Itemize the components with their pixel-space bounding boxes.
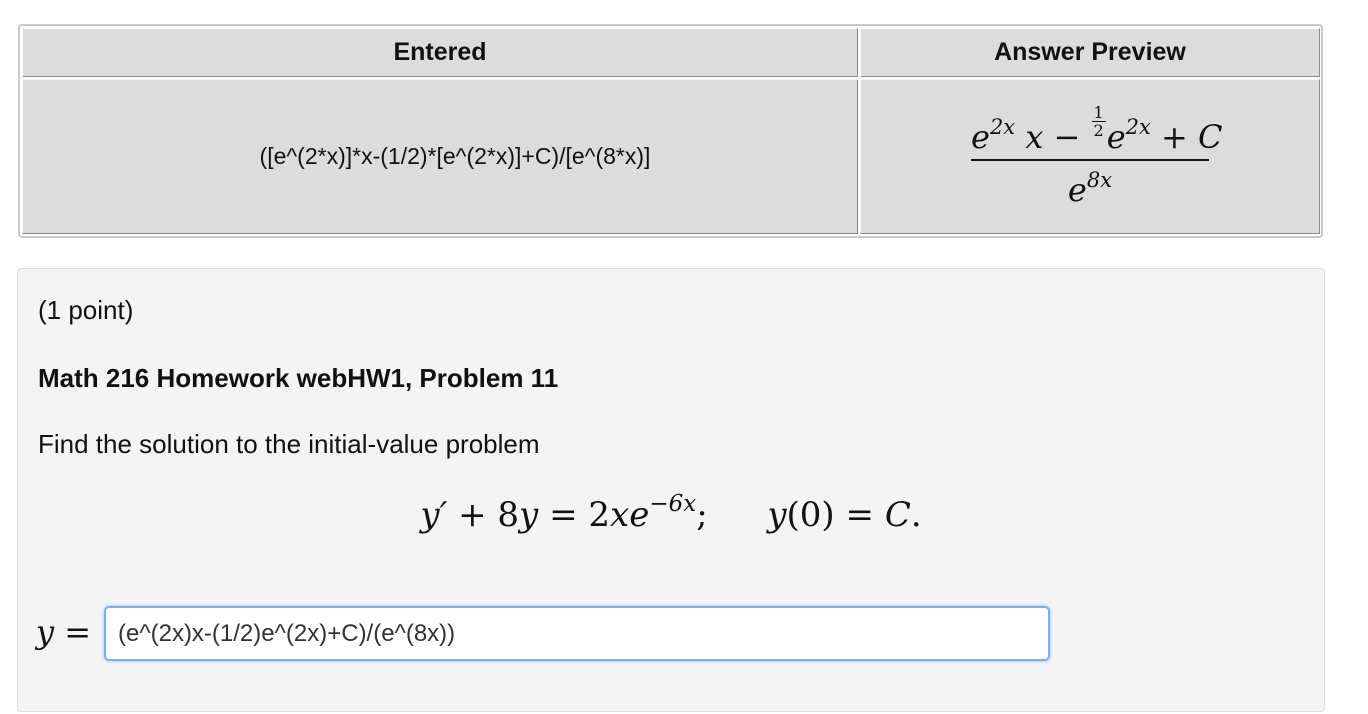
- answer-preview-header-cell: Answer Preview: [860, 28, 1320, 77]
- preview-half-num: 1: [1091, 102, 1106, 122]
- eq-exponent: −6x: [649, 491, 697, 517]
- preview-numerator: e2x x − 1 2 e2x + C: [971, 102, 1223, 156]
- preview-num-e: e: [971, 117, 990, 156]
- eq-y: y: [519, 495, 539, 535]
- eq-c: C: [884, 495, 911, 535]
- preview-half-fraction: 12: [1091, 102, 1106, 140]
- answer-label: y =: [36, 613, 91, 651]
- problem-title: Math 216 Homework webHW1, Problem 11: [38, 363, 559, 393]
- answer-label-y: y: [36, 613, 55, 651]
- answer-preview-cell: e2x x − 1 2 e2x + C e8x: [860, 79, 1320, 234]
- answer-input[interactable]: [104, 606, 1050, 661]
- problem-equation: y′ + 8y = 2xe−6x; y(0) = C.: [18, 491, 1324, 535]
- preview-denominator: e8x: [971, 168, 1209, 209]
- eq-y0: y: [767, 495, 787, 535]
- preview-num-exp2: 2x: [1125, 114, 1151, 139]
- entered-value: ([e^(2*x)]*x-(1/2)*[e^(2*x)]+C)/[e^(8*x)…: [259, 143, 651, 169]
- eq-y-prime: y′: [420, 495, 448, 535]
- preview-num-e2: e: [1106, 117, 1126, 156]
- answer-preview-header: Answer Preview: [994, 38, 1186, 66]
- preview-num-minus: −: [1053, 117, 1081, 156]
- preview-num-c: C: [1198, 117, 1223, 156]
- eq-plus-8: + 8: [458, 495, 520, 535]
- eq-equals-2: = 2: [549, 495, 611, 535]
- preview-half-den: 2: [1093, 120, 1104, 140]
- preview-den-e: e: [1067, 170, 1087, 209]
- entered-header: Entered: [393, 38, 487, 66]
- problem-points: (1 point): [38, 295, 134, 325]
- eq-x: x: [610, 495, 630, 535]
- eq-semicolon: ;: [696, 495, 708, 535]
- answer-label-equals: =: [54, 613, 92, 651]
- eq-e: e: [629, 495, 650, 535]
- answer-preview-fraction: e2x x − 1 2 e2x + C e8x: [971, 96, 1223, 226]
- preview-num-exp1: 2x: [989, 114, 1016, 139]
- eq-period: .: [910, 495, 922, 535]
- results-table: Entered Answer Preview ([e^(2*x)]*x-(1/2…: [18, 24, 1323, 238]
- problem-panel: (1 point) Math 216 Homework webHW1, Prob…: [17, 268, 1325, 712]
- preview-num-plus: +: [1161, 117, 1188, 156]
- eq-initial-arg: (0) =: [786, 495, 874, 535]
- preview-fraction-bar: [971, 158, 1209, 161]
- preview-den-exp: 8x: [1086, 167, 1113, 192]
- problem-prompt: Find the solution to the initial-value p…: [38, 429, 540, 459]
- preview-num-x: x: [1025, 117, 1044, 156]
- entered-value-cell: ([e^(2*x)]*x-(1/2)*[e^(2*x)]+C)/[e^(8*x)…: [22, 79, 858, 234]
- entered-header-cell: Entered: [22, 28, 858, 77]
